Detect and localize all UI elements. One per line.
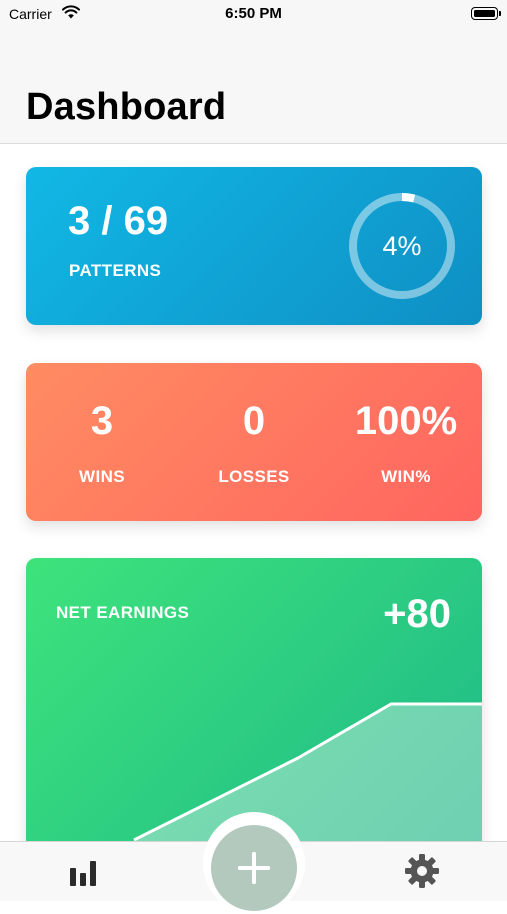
win-percent-stat: 100% WIN% [330, 393, 482, 487]
wins-stat: 3 WINS [26, 393, 178, 487]
win-percent-label: WIN% [381, 467, 431, 486]
wins-label: WINS [79, 467, 125, 486]
net-earnings-card[interactable]: NET EARNINGS +80 [26, 558, 482, 841]
battery-icon [471, 7, 501, 20]
losses-label: LOSSES [218, 467, 290, 486]
navigation-header: Dashboard [0, 28, 507, 144]
progress-percentage: 4% [382, 231, 422, 261]
wins-value: 3 [90, 399, 114, 443]
bar-chart-icon[interactable] [69, 860, 101, 886]
record-card[interactable]: 3 WINS 0 LOSSES 100% WIN% [26, 363, 482, 521]
plus-icon [238, 852, 270, 884]
add-button[interactable] [211, 825, 297, 911]
patterns-card[interactable]: 3 / 69 PATTERNS 4% [26, 167, 482, 325]
losses-value: 0 [242, 399, 266, 443]
win-percent-value: 100% [354, 399, 458, 443]
earnings-area [134, 704, 482, 841]
clock: 6:50 PM [225, 5, 282, 22]
patterns-label: PATTERNS [69, 261, 162, 280]
net-earnings-value: +80 [383, 592, 451, 636]
net-earnings-label: NET EARNINGS [56, 603, 190, 622]
patterns-count: 3 / 69 [68, 199, 169, 243]
page-title: Dashboard [26, 86, 227, 128]
dashboard-content[interactable]: 3 / 69 PATTERNS 4% 3 WINS 0 LOSSES 100% … [0, 144, 507, 841]
status-bar: Carrier 6:50 PM [0, 0, 507, 28]
losses-stat: 0 LOSSES [178, 393, 330, 487]
gear-icon[interactable] [404, 853, 440, 889]
